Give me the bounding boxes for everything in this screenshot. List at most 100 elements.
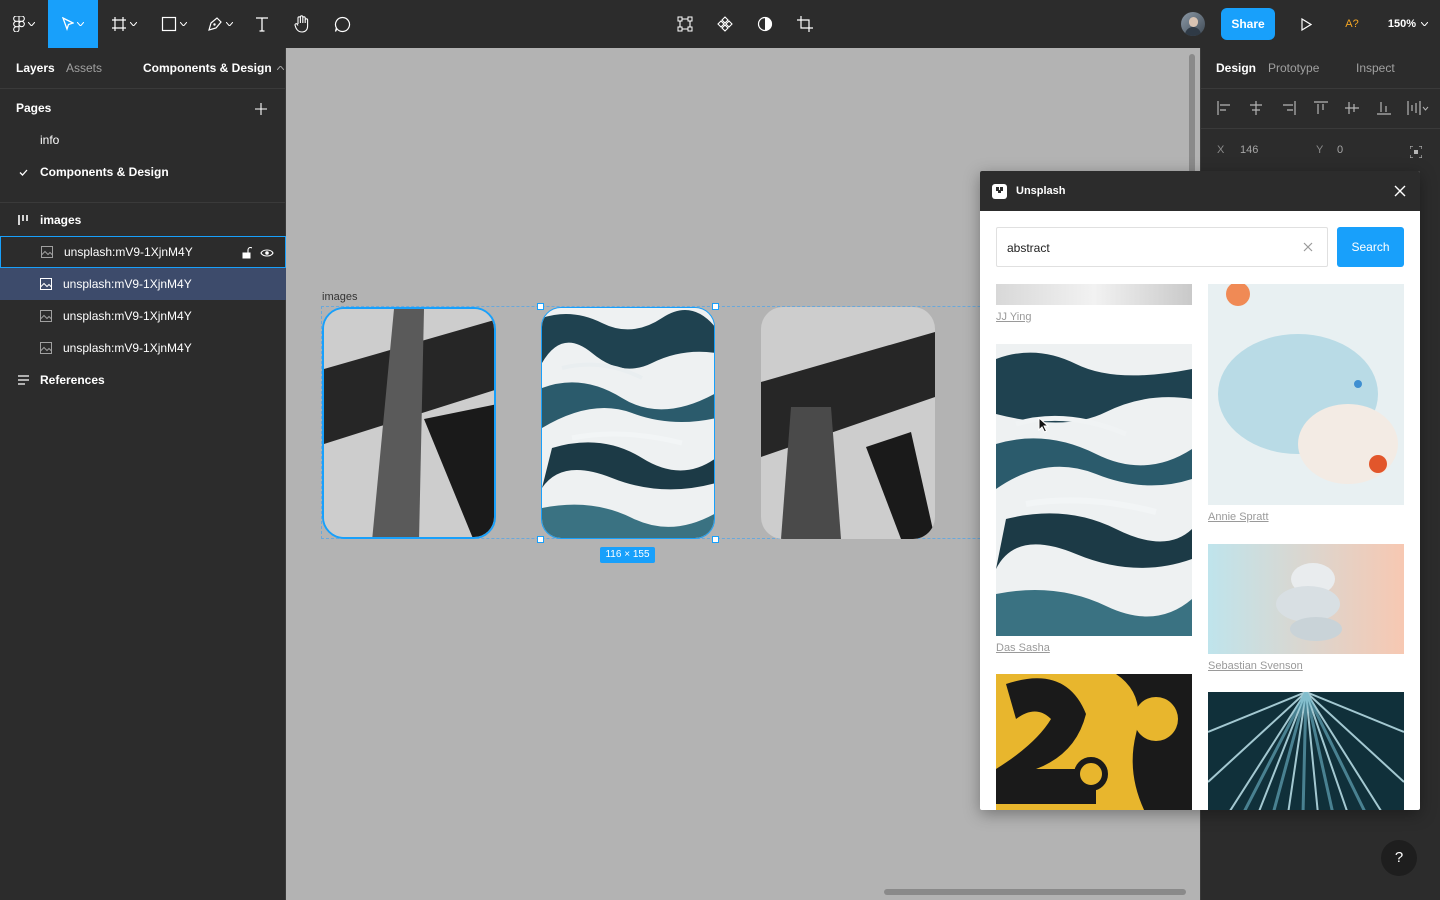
tab-inspect[interactable]: Inspect bbox=[1356, 48, 1395, 88]
frame-tool-icon bbox=[112, 17, 126, 31]
result-author-link[interactable]: Sebastian Svenson bbox=[1208, 660, 1303, 672]
layer-references[interactable]: References bbox=[0, 364, 286, 396]
constraints-icon[interactable] bbox=[1410, 146, 1422, 158]
search-input[interactable]: abstract bbox=[996, 227, 1328, 267]
results-grid: JJ Ying Das Sasha Annie Spratt Sebastian… bbox=[980, 284, 1420, 810]
add-page-button[interactable] bbox=[252, 100, 270, 118]
avatar[interactable] bbox=[1181, 12, 1205, 36]
clear-search-icon[interactable] bbox=[1303, 242, 1313, 252]
tab-assets[interactable]: Assets bbox=[66, 48, 102, 88]
component-button[interactable] bbox=[708, 0, 742, 48]
search-button[interactable]: Search bbox=[1337, 227, 1404, 267]
layer-row[interactable]: unsplash:mV9-1XjnM4Y bbox=[0, 300, 286, 332]
yellow-graffiti-photo bbox=[996, 674, 1192, 810]
layer-row-selected[interactable]: unsplash:mV9-1XjnM4Y bbox=[0, 268, 286, 300]
light-rays-photo bbox=[1208, 692, 1404, 810]
text-tool-icon bbox=[256, 17, 268, 32]
page-item-info[interactable]: info bbox=[0, 124, 286, 156]
align-left-icon[interactable] bbox=[1217, 101, 1231, 115]
check-icon bbox=[19, 169, 28, 176]
canvas-image-selected[interactable] bbox=[541, 307, 715, 539]
chevron-down-icon bbox=[180, 22, 187, 26]
move-tool-icon bbox=[62, 17, 74, 31]
frame-layout-icon bbox=[18, 215, 28, 225]
share-button[interactable]: Share bbox=[1221, 8, 1275, 40]
hand-tool-icon bbox=[294, 15, 309, 33]
layer-row[interactable]: unsplash:mV9-1XjnM4Y bbox=[0, 332, 286, 364]
canvas-image[interactable] bbox=[322, 307, 496, 539]
result-image[interactable] bbox=[1208, 284, 1404, 505]
move-tool-button[interactable] bbox=[48, 0, 98, 48]
layer-label: unsplash:mV9-1XjnM4Y bbox=[63, 341, 192, 355]
align-bottom-icon[interactable] bbox=[1377, 101, 1391, 115]
component-icon bbox=[717, 16, 733, 32]
tab-layers[interactable]: Layers bbox=[16, 48, 55, 88]
selection-handle[interactable] bbox=[537, 303, 544, 310]
tab-design[interactable]: Design bbox=[1216, 48, 1256, 88]
canvas-image[interactable] bbox=[761, 307, 935, 539]
image-icon bbox=[41, 246, 53, 258]
crop-button[interactable] bbox=[788, 0, 822, 48]
layers-panel: Layers Assets Components & Design Pages … bbox=[0, 48, 286, 900]
help-button[interactable]: ? bbox=[1381, 840, 1417, 876]
distribute-icon[interactable] bbox=[1407, 101, 1429, 115]
frame-tool-button[interactable] bbox=[100, 0, 148, 48]
selection-handle[interactable] bbox=[712, 303, 719, 310]
comment-tool-icon bbox=[334, 16, 350, 32]
align-vertical-center-icon[interactable] bbox=[1345, 101, 1359, 115]
unlock-icon[interactable] bbox=[242, 247, 252, 259]
toolbar: Share A? 150% bbox=[0, 0, 1440, 48]
selection-handle[interactable] bbox=[537, 536, 544, 543]
close-icon[interactable] bbox=[1394, 185, 1406, 197]
image-icon bbox=[40, 278, 52, 290]
text-tool-button[interactable] bbox=[244, 0, 280, 48]
edit-object-button[interactable] bbox=[668, 0, 702, 48]
image-icon bbox=[40, 310, 52, 322]
eye-icon[interactable] bbox=[260, 248, 274, 258]
y-field[interactable]: Y 0 bbox=[1316, 144, 1406, 162]
result-image[interactable] bbox=[1208, 692, 1404, 810]
result-image[interactable] bbox=[1208, 544, 1404, 654]
layer-label: References bbox=[40, 373, 105, 387]
align-top-icon[interactable] bbox=[1314, 101, 1328, 115]
horizontal-scrollbar[interactable] bbox=[884, 889, 1186, 895]
tab-prototype[interactable]: Prototype bbox=[1268, 48, 1319, 88]
x-field[interactable]: X 146 bbox=[1217, 144, 1307, 162]
main-menu-button[interactable] bbox=[0, 0, 48, 48]
selection-handle[interactable] bbox=[712, 536, 719, 543]
align-right-icon[interactable] bbox=[1282, 101, 1296, 115]
alignment-bar bbox=[1201, 92, 1440, 124]
result-image[interactable] bbox=[996, 674, 1192, 810]
result-author-link[interactable]: Annie Spratt bbox=[1208, 511, 1269, 523]
hand-tool-button[interactable] bbox=[284, 0, 320, 48]
shape-tool-button[interactable] bbox=[150, 0, 198, 48]
pages-header: Pages bbox=[0, 92, 286, 124]
result-image[interactable] bbox=[996, 344, 1192, 636]
page-switcher[interactable]: Components & Design bbox=[143, 48, 284, 88]
frame-label[interactable]: images bbox=[322, 291, 357, 303]
comment-tool-button[interactable] bbox=[324, 0, 360, 48]
divider bbox=[1201, 88, 1440, 89]
divider bbox=[1201, 128, 1440, 129]
zoom-menu[interactable]: 150% bbox=[1382, 0, 1434, 48]
present-button[interactable] bbox=[1290, 0, 1322, 48]
align-horizontal-center-icon[interactable] bbox=[1249, 101, 1263, 115]
mask-button[interactable] bbox=[748, 0, 782, 48]
result-author-link[interactable]: JJ Ying bbox=[996, 311, 1031, 323]
y-value: 0 bbox=[1337, 144, 1344, 156]
pen-tool-button[interactable] bbox=[198, 0, 242, 48]
user-badge[interactable]: A? bbox=[1338, 0, 1366, 48]
layer-row-hover[interactable]: unsplash:mV9-1XjnM4Y bbox=[0, 236, 286, 268]
ocean-photo bbox=[996, 344, 1192, 636]
layer-frame-images[interactable]: images bbox=[0, 204, 286, 236]
chevron-up-icon bbox=[276, 66, 284, 70]
result-image[interactable] bbox=[996, 284, 1192, 305]
result-author-link[interactable]: Das Sasha bbox=[996, 642, 1050, 654]
avatar-face bbox=[1189, 17, 1198, 27]
page-item-components-design[interactable]: Components & Design bbox=[0, 156, 286, 188]
ocean-photo bbox=[542, 308, 714, 538]
vertical-scrollbar[interactable] bbox=[1189, 54, 1195, 174]
avatar-body bbox=[1185, 27, 1201, 36]
chevron-down-icon bbox=[28, 22, 35, 26]
concrete-photo bbox=[761, 307, 935, 539]
